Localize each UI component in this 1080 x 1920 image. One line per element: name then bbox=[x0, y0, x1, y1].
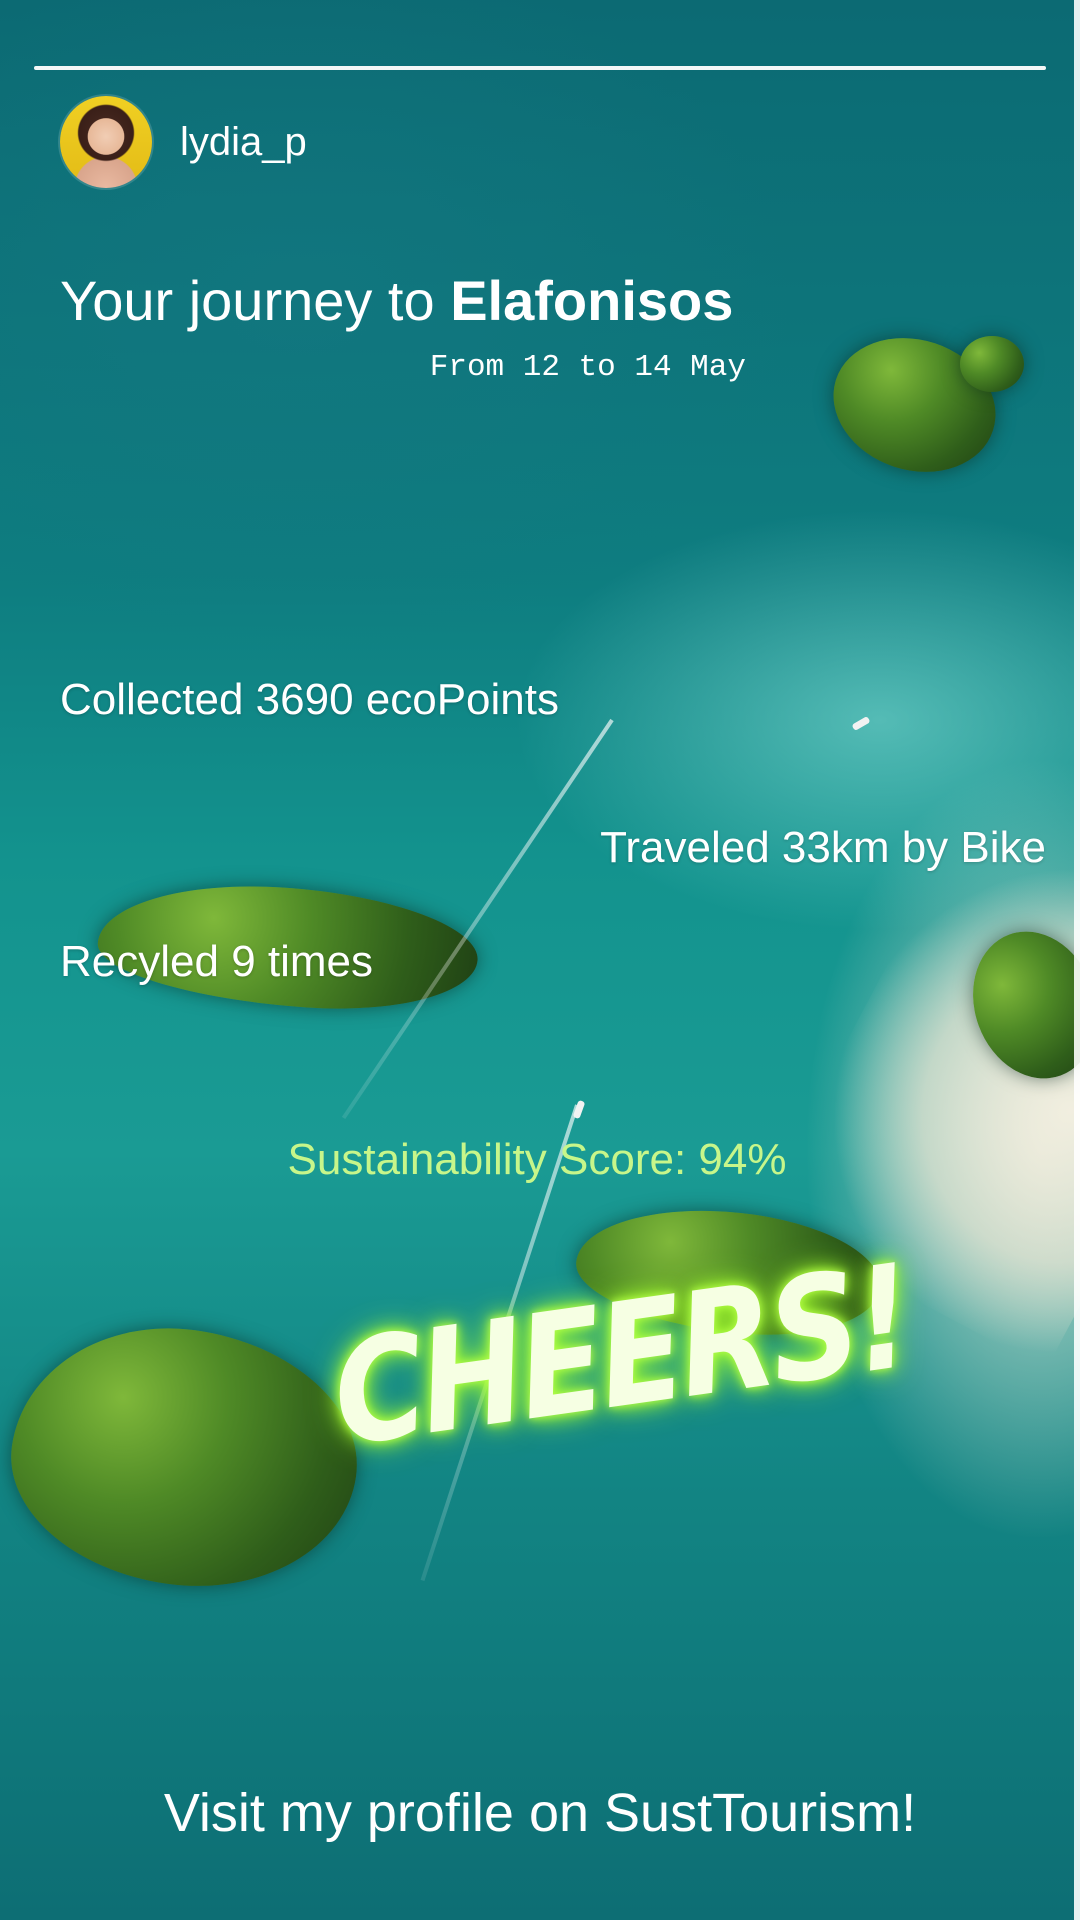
bike-distance-stat: Traveled 33km by Bike bbox=[600, 823, 1046, 872]
profile-link[interactable]: Visit my profile on SustTourism! bbox=[0, 1786, 1080, 1840]
ecopoints-stat: Collected 3690 ecoPoints bbox=[60, 675, 559, 724]
island-image bbox=[0, 1307, 374, 1608]
journey-dates: From 12 to 14 May bbox=[429, 350, 746, 385]
boat-icon bbox=[572, 1099, 586, 1120]
recycle-stat: Recyled 9 times bbox=[60, 937, 374, 986]
avatar[interactable] bbox=[60, 96, 152, 188]
edge-divider bbox=[1074, 0, 1080, 1920]
island-image bbox=[960, 336, 1024, 392]
story-progress-bar bbox=[34, 66, 1046, 70]
story-card: lydia_p Your journey to Elafonisos From … bbox=[0, 0, 1080, 1920]
cheers-sticker: CHEERS! bbox=[323, 1234, 919, 1479]
journey-destination: Elafonisos bbox=[450, 269, 734, 332]
username[interactable]: lydia_p bbox=[180, 122, 307, 162]
boat-icon bbox=[851, 715, 871, 732]
sustainability-score: Sustainability Score: 94% bbox=[287, 1135, 787, 1184]
journey-prefix: Your journey to bbox=[60, 269, 451, 332]
journey-title: Your journey to Elafonisos bbox=[60, 270, 733, 332]
user-header[interactable]: lydia_p bbox=[60, 96, 307, 188]
